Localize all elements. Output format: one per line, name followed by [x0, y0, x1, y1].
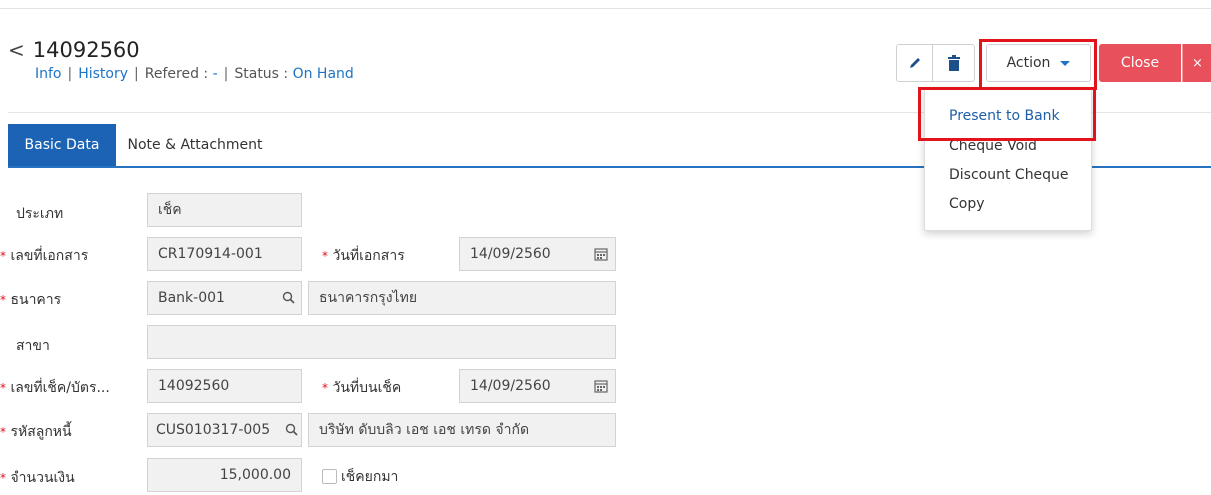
returned-cheque-checkbox[interactable]	[322, 469, 337, 484]
tab-note-attachment[interactable]: Note & Attachment	[116, 124, 274, 166]
doc-date-field[interactable]: 14/09/2560	[459, 237, 616, 271]
customer-code-field[interactable]: CUS010317-005	[147, 413, 302, 447]
branch-field[interactable]	[147, 325, 616, 359]
search-icon[interactable]	[282, 291, 295, 304]
menu-item-cheque-void[interactable]: Cheque Void	[949, 138, 1037, 154]
info-link[interactable]: Info	[35, 66, 62, 82]
separator: |	[67, 66, 73, 82]
type-field[interactable]: เช็ค	[147, 193, 302, 227]
top-border	[0, 0, 1211, 9]
refered-label: Refered :	[144, 66, 209, 82]
close-x-button[interactable]: ×	[1182, 44, 1211, 82]
action-dropdown-menu: Present to Bank Cheque Void Discount Che…	[924, 88, 1092, 231]
separator: |	[223, 66, 229, 82]
document-number: 14092560	[32, 38, 140, 62]
status-label: Status :	[234, 66, 289, 82]
calendar-icon[interactable]	[594, 379, 608, 393]
edit-button[interactable]	[896, 44, 933, 82]
chevron-left-icon[interactable]: <	[8, 38, 25, 62]
status-badge: On Hand	[292, 66, 354, 82]
doc-no-label: * เลขที่เอกสาร	[0, 248, 89, 264]
cheque-date-field[interactable]: 14/09/2560	[459, 369, 616, 403]
cheque-date-label: * วันที่บนเช็ค	[322, 380, 402, 396]
breadcrumb: Info | History | Refered : - | Status : On Han…	[35, 66, 354, 82]
calendar-icon[interactable]	[594, 247, 608, 261]
menu-item-present-to-bank[interactable]: Present to Bank	[949, 108, 1060, 124]
branch-label: สาขา	[16, 338, 50, 354]
doc-no-field[interactable]: CR170914-001	[147, 237, 302, 271]
menu-item-discount-cheque[interactable]: Discount Cheque	[949, 167, 1069, 183]
amount-field[interactable]: 15,000.00	[147, 458, 302, 492]
tab-basic-data[interactable]: Basic Data	[8, 124, 116, 166]
cheque-no-field[interactable]: 14092560	[147, 369, 302, 403]
bank-name-field[interactable]: ธนาคารกรุงไทย	[308, 281, 616, 315]
trash-icon	[947, 55, 960, 71]
bank-label: * ธนาคาร	[0, 292, 62, 308]
pencil-icon	[909, 58, 920, 68]
amount-label: * จำนวนเงิน	[0, 470, 75, 486]
delete-button[interactable]	[933, 44, 975, 82]
bank-code-field[interactable]: Bank-001	[147, 281, 302, 315]
search-icon[interactable]	[285, 423, 298, 436]
cheque-no-label: * เลขที่เช็ค/บัตร...	[0, 380, 110, 396]
customer-name-field[interactable]: บริษัท ดับบลิว เอช เอช เทรด จำกัด	[308, 413, 616, 447]
customer-label: * รหัสลูกหนี้	[0, 424, 72, 440]
refered-value[interactable]: -	[213, 66, 218, 82]
close-button[interactable]: Close	[1099, 44, 1181, 82]
page-title: < 14092560	[8, 38, 140, 62]
history-link[interactable]: History	[78, 66, 128, 82]
returned-cheque-label: เช็คยกมา	[341, 469, 399, 485]
doc-date-label: * วันที่เอกสาร	[322, 248, 405, 264]
caret-down-icon	[1060, 60, 1071, 66]
separator: |	[134, 66, 139, 82]
menu-item-copy[interactable]: Copy	[949, 196, 985, 212]
type-label: ประเภท	[16, 206, 64, 222]
action-button[interactable]: Action	[986, 44, 1091, 82]
action-label: Action	[1006, 55, 1051, 71]
